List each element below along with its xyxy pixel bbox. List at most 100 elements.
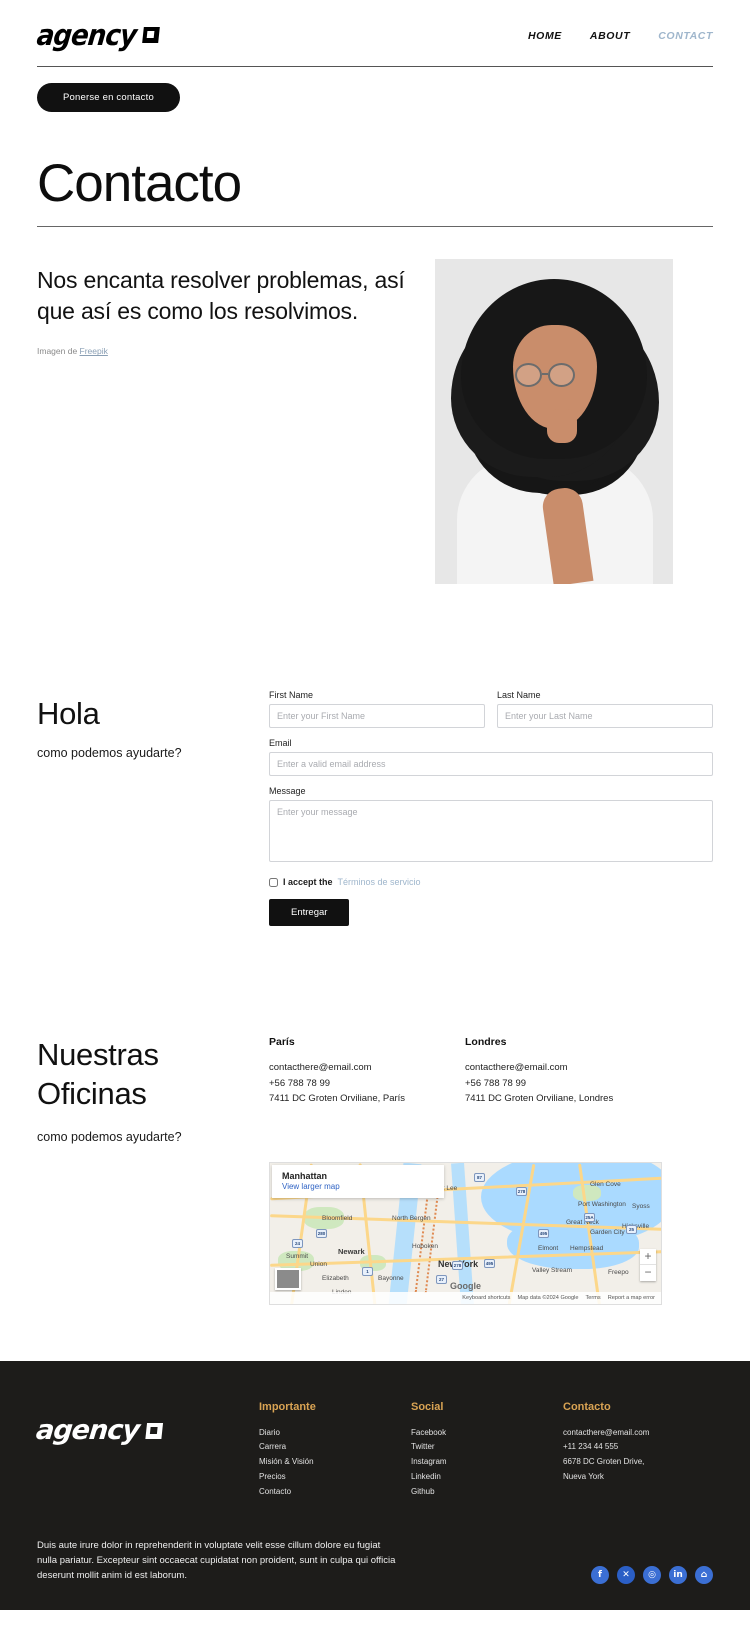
get-in-touch-button[interactable]: Ponerse en contacto — [37, 83, 180, 112]
footer-link-diario[interactable]: Diario — [259, 1426, 411, 1441]
instagram-icon[interactable]: ◎ — [643, 1565, 661, 1584]
contact-form: First Name Last Name Email Message I acc… — [269, 690, 713, 927]
offices-section: Nuestras Oficinas como podemos ayudarte?… — [37, 1036, 713, 1144]
map-highway-shield-icon: 24 — [292, 1238, 303, 1248]
accept-terms-checkbox[interactable] — [269, 877, 278, 887]
brand-logo[interactable]: agency — [35, 18, 161, 52]
footer-link-linkedin[interactable]: Linkedin — [411, 1470, 563, 1485]
terms-of-service-link[interactable]: Términos de servicio — [338, 877, 421, 887]
map-keyboard-shortcuts[interactable]: Keyboard shortcuts — [462, 1295, 510, 1301]
footer-column-heading: Contacto — [563, 1400, 611, 1413]
main-nav: HOME ABOUT CONTACT — [528, 18, 713, 42]
image-credit-prefix: Imagen de — [37, 346, 80, 357]
footer-link-facebook[interactable]: Facebook — [411, 1426, 563, 1441]
office-phone: +56 788 78 99 — [269, 1077, 331, 1089]
map-attribution-bar: Keyboard shortcuts Map data ©2024 Google… — [270, 1291, 661, 1304]
footer-link-twitter[interactable]: Twitter — [411, 1440, 563, 1455]
form-title: Hola — [37, 696, 100, 732]
google-map-embed[interactable]: HackensackFort LeeGlen CovePort Washingt… — [269, 1161, 662, 1305]
footer-link-instagram[interactable]: Instagram — [411, 1455, 563, 1470]
message-textarea[interactable] — [269, 800, 713, 863]
map-zoom-in-button[interactable]: + — [640, 1249, 656, 1265]
office-phone: +56 788 78 99 — [465, 1077, 527, 1089]
intro-text-block: Nos encanta resolver problemas, así que … — [37, 259, 407, 356]
brand-logo-square-icon — [142, 27, 160, 43]
map-report-error-link[interactable]: Report a map error — [608, 1295, 655, 1301]
accept-terms-label: I accept the — [283, 877, 333, 888]
map-place-label: North Bergen — [392, 1214, 431, 1222]
map-terms-link[interactable]: Terms — [586, 1295, 601, 1301]
map-place-label: Valley Stream — [532, 1266, 572, 1274]
map-place-label: Elmont — [538, 1244, 559, 1252]
email-input[interactable] — [269, 752, 713, 777]
map-data-credit: Map data ©2024 Google — [517, 1294, 579, 1301]
map-zoom-controls[interactable]: + − — [640, 1248, 656, 1281]
footer-column-importante: Importante Diario Carrera Misión & Visió… — [259, 1401, 411, 1500]
submit-button[interactable]: Entregar — [269, 899, 350, 927]
portrait-glasses-bridge — [542, 373, 548, 376]
map-place-label: Hoboken — [412, 1242, 439, 1250]
footer-contact-email[interactable]: contacthere@email.com — [563, 1426, 649, 1441]
offices-title: Nuestras Oficinas — [37, 1037, 159, 1111]
map-streetview-thumbnail[interactable] — [275, 1267, 301, 1290]
map-highway-shield-icon: 495 — [484, 1258, 495, 1268]
footer-link-carrera[interactable]: Carrera — [259, 1440, 411, 1455]
footer-brand-logo-text: agency — [34, 1414, 141, 1446]
brand-logo-text: agency — [35, 18, 138, 52]
message-label: Message — [269, 786, 306, 797]
office-city: Londres — [465, 1036, 507, 1049]
map-place-label: Syoss — [632, 1202, 650, 1210]
footer-legal-text: Duis aute irure dolor in reprehenderit i… — [37, 1539, 396, 1582]
office-card-paris: París contacthere@email.com +56 788 78 9… — [269, 1036, 465, 1106]
google-logo: Google — [450, 1280, 481, 1291]
map-place-label: Elizabeth — [322, 1274, 349, 1282]
x-twitter-icon[interactable]: ✕ — [617, 1565, 635, 1584]
last-name-input[interactable] — [497, 704, 713, 729]
map-place-label: Freepo — [608, 1268, 629, 1276]
title-divider — [37, 226, 713, 228]
footer-link-contacto[interactable]: Contacto — [259, 1485, 411, 1500]
github-icon[interactable]: ⌂ — [695, 1565, 713, 1584]
last-name-label: Last Name — [497, 690, 541, 701]
map-place-title: Manhattan — [282, 1170, 327, 1181]
form-subtitle: como podemos ayudarte? — [37, 746, 182, 761]
footer-link-precios[interactable]: Precios — [259, 1470, 411, 1485]
linkedin-icon[interactable]: in — [669, 1565, 687, 1584]
contact-form-section: Hola como podemos ayudarte? First Name L… — [37, 690, 713, 927]
first-name-group: First Name — [269, 690, 485, 729]
map-place-label: Bloomfield — [322, 1214, 353, 1222]
office-card-londres: Londres contacthere@email.com +56 788 78… — [465, 1036, 661, 1106]
map-highway-shield-icon: 495 — [538, 1228, 549, 1238]
map-section: HackensackFort LeeGlen CovePort Washingt… — [269, 1161, 713, 1305]
map-highway-shield-icon: 280 — [316, 1228, 327, 1238]
last-name-group: Last Name — [497, 690, 713, 729]
nav-item-contact[interactable]: CONTACT — [658, 30, 713, 42]
footer-link-mision-vision[interactable]: Misión & Visión — [259, 1455, 411, 1470]
footer-brand-logo[interactable]: agency — [35, 1401, 262, 1446]
nav-item-about[interactable]: ABOUT — [590, 30, 630, 42]
footer-contact-phone: +11 234 44 555 — [563, 1442, 619, 1452]
image-credit: Imagen de Freepik — [37, 346, 407, 356]
office-address: 7411 DC Groten Orviliane, París — [269, 1092, 406, 1104]
map-zoom-out-button[interactable]: − — [640, 1265, 656, 1281]
name-row: First Name Last Name — [269, 690, 713, 738]
site-footer: agency Importante Diario Carrera Misión … — [0, 1360, 750, 1610]
map-highway-shield-icon: 25A — [584, 1212, 595, 1222]
map-place-card[interactable]: Manhattan View larger map — [272, 1164, 444, 1198]
facebook-icon[interactable]: f — [591, 1565, 609, 1584]
map-place-label: Summit — [286, 1252, 309, 1260]
intro-section: Nos encanta resolver problemas, así que … — [37, 259, 713, 585]
footer-social-icons: f ✕ ◎ in ⌂ — [591, 1565, 713, 1584]
email-group: Email — [269, 738, 713, 777]
portrait-glasses-left-icon — [515, 363, 542, 388]
footer-contact-address-line1: 6678 DC Groten Drive, — [563, 1457, 645, 1467]
map-highway-shield-icon: 278 — [516, 1186, 527, 1196]
freepik-link[interactable]: Freepik — [80, 346, 108, 356]
first-name-input[interactable] — [269, 704, 485, 729]
nav-item-home[interactable]: HOME — [528, 30, 562, 42]
view-larger-map-link[interactable]: View larger map — [282, 1182, 434, 1191]
footer-contact-address-line2: Nueva York — [563, 1472, 604, 1482]
portrait-glasses-right-icon — [548, 363, 575, 388]
footer-link-github[interactable]: Github — [411, 1485, 563, 1500]
map-place-label: Hempstead — [570, 1244, 604, 1252]
